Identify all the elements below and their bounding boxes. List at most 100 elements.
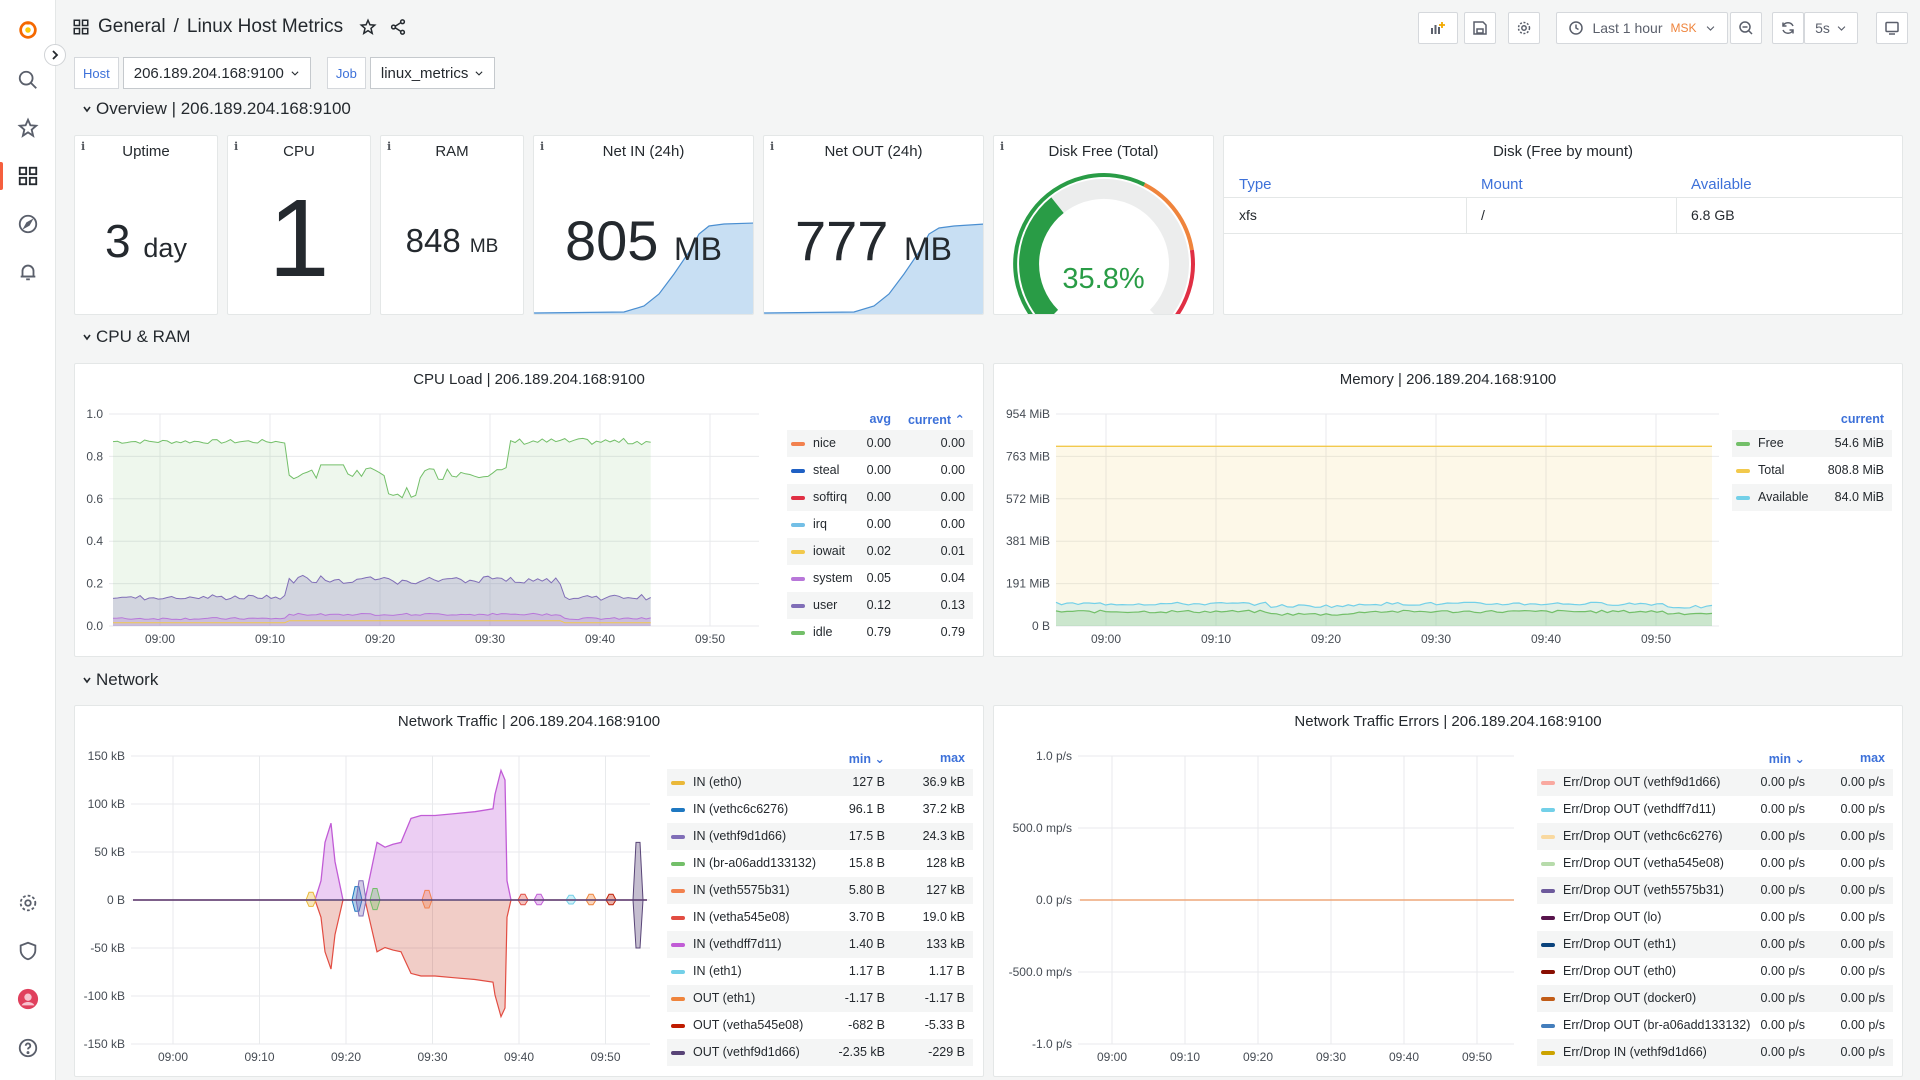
panel-network-errors[interactable]: Network Traffic Errors | 206.189.204.168… xyxy=(993,705,1903,1077)
y-tick-label: 0 B xyxy=(107,893,125,907)
share-icon[interactable] xyxy=(389,18,407,36)
legend-item[interactable]: system 0.05 0.04 xyxy=(787,565,973,592)
clock-icon xyxy=(1569,21,1584,35)
panel-ram[interactable]: i RAM 848 MB xyxy=(380,135,524,315)
legend-item[interactable]: Available 84.0 MiB xyxy=(1732,484,1892,511)
column-header-mount[interactable]: Mount xyxy=(1481,176,1523,193)
legend-swatch xyxy=(1541,1023,1555,1028)
legend-header-min[interactable]: min ⌄ xyxy=(849,751,885,767)
dashboard-title[interactable]: Linux Host Metrics xyxy=(187,16,343,38)
legend-header-avg[interactable]: avg xyxy=(869,412,891,428)
legend-swatch xyxy=(671,861,685,866)
legend-item[interactable]: IN (veth5575b31) 5.80 B 127 kB xyxy=(667,877,973,904)
legend-item[interactable]: Err/Drop OUT (eth0) 0.00 p/s 0.00 p/s xyxy=(1537,958,1893,985)
legend-item[interactable]: OUT (vetha545e08) -682 B -5.33 B xyxy=(667,1012,973,1039)
legend-series-name: steal xyxy=(813,462,840,477)
add-panel-button[interactable] xyxy=(1418,12,1458,44)
row-overview[interactable]: Overview | 206.189.204.168:9100 xyxy=(82,99,351,119)
grafana-logo-icon[interactable] xyxy=(14,16,42,44)
legend-item[interactable]: IN (br-a06add133132) 15.8 B 128 kB xyxy=(667,850,973,877)
legend-header-max[interactable]: max xyxy=(1860,751,1885,767)
legend-value-max: 36.9 kB xyxy=(922,774,965,789)
legend-item[interactable]: IN (eth0) 127 B 36.9 kB xyxy=(667,769,973,796)
job-variable-select[interactable]: linux_metrics xyxy=(369,57,496,89)
row-cpu-ram[interactable]: CPU & RAM xyxy=(82,327,190,347)
legend-item[interactable]: Free 54.6 MiB xyxy=(1732,430,1892,457)
y-tick-label: -150 kB xyxy=(84,1037,125,1051)
panel-net-in[interactable]: i Net IN (24h) 805 MB xyxy=(533,135,754,315)
column-header-available[interactable]: Available xyxy=(1691,176,1752,193)
legend-item[interactable]: IN (vethf9d1d66) 17.5 B 24.3 kB xyxy=(667,823,973,850)
column-divider xyxy=(1466,198,1467,234)
dashboards-icon[interactable] xyxy=(14,162,42,190)
x-tick-label: 09:10 xyxy=(244,1050,274,1064)
refresh-button[interactable] xyxy=(1772,12,1804,44)
legend-item[interactable]: Err/Drop OUT (vethf9d1d66) 0.00 p/s 0.00 p… xyxy=(1537,769,1893,796)
panel-net-out[interactable]: i Net OUT (24h) 777 MB xyxy=(763,135,984,315)
help-icon[interactable] xyxy=(14,1034,42,1062)
refresh-interval-picker[interactable]: 5s xyxy=(1804,12,1858,44)
legend-item[interactable]: IN (vethc6c6276) 96.1 B 37.2 kB xyxy=(667,796,973,823)
legend-item[interactable]: Err/Drop OUT (docker0) 0.00 p/s 0.00 p/s xyxy=(1537,985,1893,1012)
time-range-picker[interactable]: Last 1 hour MSK xyxy=(1556,12,1728,44)
legend-header-min[interactable]: min ⌄ xyxy=(1769,751,1805,767)
legend-item[interactable]: Err/Drop OUT (vethdff7d11) 0.00 p/s 0.00 p… xyxy=(1537,796,1893,823)
legend-value-current: 0.00 xyxy=(940,516,965,531)
legend-item[interactable]: IN (vethdff7d11) 1.40 B 133 kB xyxy=(667,931,973,958)
panel-disk-free-title: Disk Free (Total) xyxy=(1048,143,1159,160)
legend-item[interactable]: IN (eth1) 1.17 B 1.17 B xyxy=(667,958,973,985)
cell-mount: / xyxy=(1481,207,1485,223)
y-tick-label: -100 kB xyxy=(84,989,125,1003)
settings-gear-icon[interactable] xyxy=(14,889,42,917)
breadcrumb-folder[interactable]: General xyxy=(98,16,166,38)
alerting-bell-icon[interactable] xyxy=(14,258,42,286)
memory-chart: 0 B 191 MiB 381 MiB 572 MiB 763 MiB 954 MiB 09… xyxy=(1006,407,1719,646)
uptime-number: 3 xyxy=(105,215,131,267)
legend-item[interactable]: steal 0.00 0.00 xyxy=(787,457,973,484)
panel-disk-free[interactable]: i Disk Free (Total) 35.8% xyxy=(993,135,1214,315)
legend-header-current[interactable]: current xyxy=(1841,412,1884,428)
legend-item[interactable]: Err/Drop OUT (vetha545e08) 0.00 p/s 0.00 p… xyxy=(1537,850,1893,877)
explore-compass-icon[interactable] xyxy=(14,210,42,238)
user-avatar[interactable] xyxy=(14,985,42,1013)
legend-item[interactable]: OUT (vethf9d1d66) -2.35 kB -229 B xyxy=(667,1039,973,1066)
legend-header-max[interactable]: max xyxy=(940,751,965,767)
dashboard-settings-button[interactable] xyxy=(1508,12,1540,44)
host-variable-select[interactable]: 206.189.204.168:9100 xyxy=(122,57,311,89)
y-tick-label: 150 kB xyxy=(88,749,125,763)
shield-icon[interactable] xyxy=(14,937,42,965)
legend-item[interactable]: softirq 0.00 0.00 xyxy=(787,484,973,511)
legend-item[interactable]: Err/Drop OUT (vethc6c6276) 0.00 p/s 0.00 p… xyxy=(1537,823,1893,850)
legend-header-current[interactable]: current ⌃ xyxy=(908,412,965,428)
variables-bar: Host 206.189.204.168:9100 Job linux_metr… xyxy=(74,57,496,89)
panel-cpu[interactable]: i CPU 1 xyxy=(227,135,371,315)
sidebar-expand-button[interactable] xyxy=(44,44,66,66)
legend-item[interactable]: Total 808.8 MiB xyxy=(1732,457,1892,484)
legend-item[interactable]: OUT (eth1) -1.17 B -1.17 B xyxy=(667,985,973,1012)
column-header-type[interactable]: Type xyxy=(1239,176,1272,193)
zoom-out-button[interactable] xyxy=(1730,12,1762,44)
star-icon[interactable] xyxy=(14,114,42,142)
save-dashboard-button[interactable] xyxy=(1464,12,1496,44)
legend-item[interactable]: irq 0.00 0.00 xyxy=(787,511,973,538)
legend-item[interactable]: Err/Drop OUT (lo) 0.00 p/s 0.00 p/s xyxy=(1537,904,1893,931)
legend-item[interactable]: Err/Drop OUT (veth5575b31) 0.00 p/s 0.00 p… xyxy=(1537,877,1893,904)
legend-item[interactable]: user 0.12 0.13 xyxy=(787,592,973,619)
panel-disk-by-mount[interactable]: Disk (Free by mount) Type Mount Availabl… xyxy=(1223,135,1903,315)
cpu-value: 1 xyxy=(268,177,330,300)
panel-cpu-load[interactable]: CPU Load | 206.189.204.168:9100 0.0 0.2 0.… xyxy=(74,363,984,657)
legend-item[interactable]: nice 0.00 0.00 xyxy=(787,430,973,457)
legend-item[interactable]: Err/Drop OUT (eth1) 0.00 p/s 0.00 p/s xyxy=(1537,931,1893,958)
search-icon[interactable] xyxy=(14,66,42,94)
legend-item[interactable]: idle 0.79 0.79 xyxy=(787,619,973,646)
legend-item[interactable]: IN (vetha545e08) 3.70 B 19.0 kB xyxy=(667,904,973,931)
panel-uptime[interactable]: i Uptime 3 day xyxy=(74,135,218,315)
legend-item[interactable]: iowait 0.02 0.01 xyxy=(787,538,973,565)
legend-item[interactable]: Err/Drop IN (vethf9d1d66) 0.00 p/s 0.00 p/… xyxy=(1537,1039,1893,1066)
favorite-star-icon[interactable] xyxy=(359,18,377,36)
view-mode-button[interactable] xyxy=(1876,12,1908,44)
panel-memory[interactable]: Memory | 206.189.204.168:9100 0 B 191 MiB… xyxy=(993,363,1903,657)
panel-network-traffic[interactable]: Network Traffic | 206.189.204.168:9100 -… xyxy=(74,705,984,1077)
row-network[interactable]: Network xyxy=(82,670,158,690)
legend-item[interactable]: Err/Drop OUT (br-a06add133132) 0.00 p/s 0.… xyxy=(1537,1012,1893,1039)
